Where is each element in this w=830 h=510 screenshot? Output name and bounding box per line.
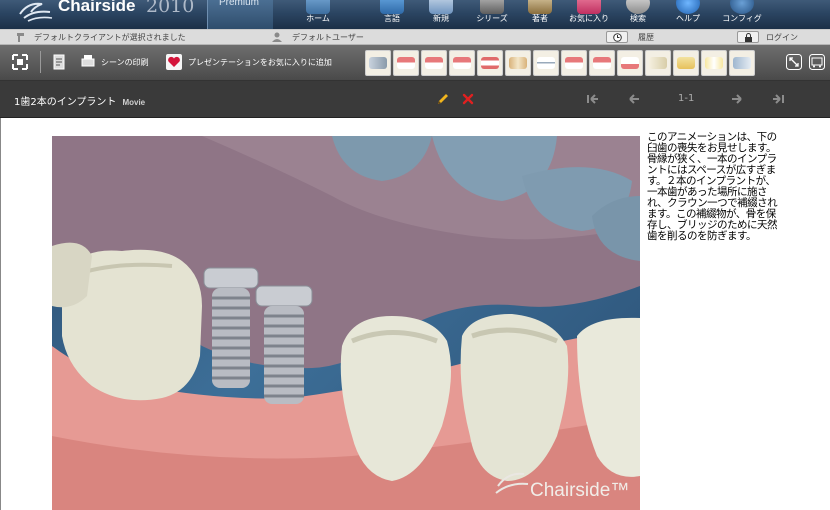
series-icon — [480, 0, 504, 14]
brand-year: 2010 — [146, 0, 195, 17]
movie-title-group: 1歯2本のインプラント Movie — [14, 93, 145, 108]
content-left-border — [0, 118, 1, 510]
current-user: デフォルトユーザー — [292, 33, 364, 42]
config-icon — [730, 0, 754, 14]
first-page-icon[interactable] — [586, 92, 600, 106]
fit-screen-icon[interactable] — [12, 54, 28, 70]
nav-search[interactable]: 検索 — [620, 0, 656, 29]
fullscreen-icon[interactable] — [786, 54, 802, 70]
movie-description: このアニメーションは、下の臼歯の喪失をお見せします。骨縁が狭く、一本のインプラン… — [647, 131, 778, 242]
edit-pencil-icon[interactable] — [436, 92, 450, 106]
nav-series-label: シリーズ — [476, 14, 508, 23]
scene-thumbnail-implants[interactable] — [505, 50, 531, 76]
edition-label: Premium — [219, 0, 260, 8]
edition-badge: Premium — [207, 0, 273, 29]
lock-icon — [745, 33, 752, 42]
nav-author[interactable]: 著者 — [522, 0, 558, 29]
movie-title-bar: 1歯2本のインプラント Movie 1-1 — [0, 81, 830, 118]
nav-language[interactable]: 言語 — [374, 0, 410, 29]
scene-thumbnail-crowns[interactable] — [561, 50, 587, 76]
last-page-icon[interactable] — [771, 92, 785, 106]
author-icon — [528, 0, 552, 14]
scene-thumbnail-floss[interactable] — [673, 50, 699, 76]
add-presentation-button[interactable]: プレゼンテーションをお気に入りに追加 — [188, 57, 332, 68]
new-icon — [429, 0, 453, 14]
scene-thumbnail-bridge[interactable] — [421, 50, 447, 76]
scene-thumbnail-plaque[interactable] — [589, 50, 615, 76]
delete-x-icon[interactable] — [461, 92, 475, 106]
window-mode-icon[interactable] — [809, 54, 825, 70]
nav-series[interactable]: シリーズ — [472, 0, 512, 29]
movie-type-label: Movie — [122, 98, 146, 107]
history-button[interactable] — [606, 31, 628, 43]
login-label[interactable]: ログイン — [766, 32, 798, 43]
brand-name: Chairside — [58, 0, 136, 15]
nav-home[interactable]: ホーム — [300, 0, 336, 29]
scene-thumbnail-instruments[interactable] — [365, 50, 391, 76]
animation-viewer[interactable]: Chairside™ — [52, 136, 640, 510]
top-navigation-bar: Chairside 2010 Premium ホーム 言語 新規 シリーズ 著者… — [0, 0, 830, 29]
scene-thumbnail-braces[interactable] — [533, 50, 559, 76]
implant-right — [255, 285, 313, 404]
movie-title: 1歯2本のインプラント — [14, 97, 117, 108]
toolbar-separator — [40, 51, 41, 73]
next-page-icon[interactable] — [730, 92, 744, 106]
client-icon — [17, 33, 24, 42]
scene-thumbnail-veneers[interactable] — [449, 50, 475, 76]
help-icon — [676, 0, 700, 14]
chairside-logo-icon — [19, 2, 53, 22]
scene-thumbnail-gum-recession[interactable] — [393, 50, 419, 76]
login-button[interactable] — [737, 31, 759, 43]
nav-new[interactable]: 新規 — [423, 0, 459, 29]
implant-left — [203, 267, 259, 388]
app-logo: Chairside 2010 — [0, 0, 210, 29]
user-icon — [272, 32, 282, 42]
favorites-icon — [577, 0, 601, 14]
previous-page-icon[interactable] — [627, 92, 641, 106]
home-icon — [306, 0, 330, 14]
nav-favorites-label: お気に入り — [569, 14, 609, 23]
scene-thumbnail-molars[interactable] — [617, 50, 643, 76]
print-scene-button[interactable]: シーンの印刷 — [101, 57, 149, 68]
scene-thumbnail-smile[interactable] — [477, 50, 503, 76]
page-indicator: 1-1 — [678, 93, 695, 104]
dental-implant-illustration: Chairside™ — [52, 136, 640, 510]
nav-help-label: ヘルプ — [676, 14, 700, 23]
nav-new-label: 新規 — [433, 14, 449, 23]
scene-thumbnail-toothbrush[interactable] — [729, 50, 755, 76]
status-bar: デフォルトクライアントが選択されました デフォルトユーザー 履歴 ログイン — [0, 29, 830, 45]
client-status: デフォルトクライアントが選択されました — [34, 33, 186, 42]
nav-favorites[interactable]: お気に入り — [565, 0, 613, 29]
scene-thumbnail-whitening[interactable] — [701, 50, 727, 76]
search-icon — [626, 0, 650, 14]
nav-config-label: コンフィグ — [722, 14, 762, 23]
clock-icon — [613, 33, 622, 42]
nav-language-label: 言語 — [384, 14, 400, 23]
print-icon[interactable] — [80, 54, 96, 70]
nav-config[interactable]: コンフィグ — [720, 0, 764, 29]
document-icon[interactable] — [51, 54, 67, 70]
nav-help[interactable]: ヘルプ — [670, 0, 706, 29]
favorite-heart-icon[interactable] — [166, 54, 182, 70]
nav-home-label: ホーム — [306, 14, 330, 23]
history-label[interactable]: 履歴 — [638, 32, 654, 43]
scene-thumbnail-root-canal[interactable] — [645, 50, 671, 76]
language-icon — [380, 0, 404, 14]
nav-search-label: 検索 — [630, 14, 646, 23]
nav-author-label: 著者 — [532, 14, 548, 23]
scene-toolbar: シーンの印刷 プレゼンテーションをお気に入りに追加 — [0, 45, 830, 81]
chairside-watermark: Chairside™ — [530, 480, 629, 501]
